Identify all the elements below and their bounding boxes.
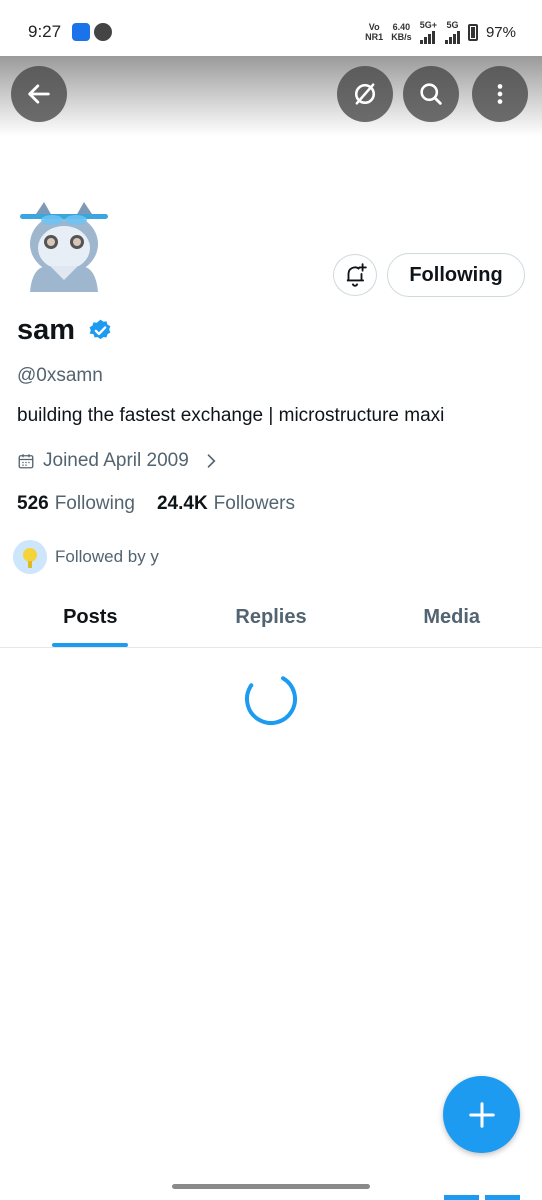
grok-button[interactable] xyxy=(337,66,393,122)
notification-bell-button[interactable] xyxy=(333,254,377,296)
app-notification-icon xyxy=(72,23,90,41)
slash-circle-icon xyxy=(354,83,376,105)
compose-button[interactable] xyxy=(443,1076,520,1153)
bell-plus-icon xyxy=(346,263,367,287)
chevron-right-icon xyxy=(207,454,216,468)
signal-icon xyxy=(444,30,460,44)
tab-replies[interactable]: Replies xyxy=(181,588,362,647)
back-button[interactable] xyxy=(11,66,67,122)
signal-icon xyxy=(419,30,437,44)
profile-avatar[interactable] xyxy=(14,196,114,292)
bottom-edge-accent xyxy=(444,1195,520,1200)
joined-date: Joined April 2009 xyxy=(43,450,189,471)
followers-stat[interactable]: 24.4K Followers xyxy=(157,493,295,515)
plus-icon xyxy=(468,1101,495,1128)
joined-date-row[interactable]: Joined April 2009 xyxy=(17,450,221,472)
battery-icon xyxy=(467,23,478,41)
profile-banner xyxy=(0,56,542,136)
tab-posts[interactable]: Posts xyxy=(0,588,181,647)
verified-badge-icon[interactable] xyxy=(88,318,113,343)
search-button[interactable] xyxy=(403,66,459,122)
status-bar: 9:27 Vo NR1 6.40 KB/s 5G+ 5G 97% xyxy=(0,0,542,56)
following-stat[interactable]: 526 Following xyxy=(17,493,135,515)
home-indicator[interactable] xyxy=(172,1184,370,1189)
profile-tabs: Posts Replies Media xyxy=(0,588,542,648)
followed-by-text: Followed by y xyxy=(55,547,159,566)
network-speed: 6.40 KB/s xyxy=(391,22,412,42)
profile-name: sam xyxy=(17,314,76,346)
more-vertical-icon xyxy=(497,84,503,104)
volte-indicator: Vo NR1 xyxy=(365,22,384,42)
arrow-left-icon xyxy=(28,84,50,104)
follow-stats: 526 Following 24.4K Followers xyxy=(17,493,295,515)
tab-media[interactable]: Media xyxy=(361,588,542,647)
more-button[interactable] xyxy=(472,66,528,122)
signal-5g-plus: 5G+ xyxy=(419,20,437,44)
calendar-icon xyxy=(18,454,34,469)
status-indicators: Vo NR1 6.40 KB/s 5G+ 5G 97% xyxy=(365,20,516,44)
battery-percent: 97% xyxy=(485,23,516,41)
profile-handle: @0xsamn xyxy=(17,365,103,386)
signal-5g: 5G xyxy=(444,20,460,44)
follower-avatar xyxy=(13,540,47,574)
messenger-notification-icon xyxy=(94,23,112,41)
loading-spinner-icon xyxy=(245,673,297,725)
search-icon xyxy=(420,83,442,105)
status-time: 9:27 xyxy=(28,22,62,41)
followed-by-row[interactable]: Followed by y xyxy=(13,540,159,574)
profile-bio: building the fastest exchange | microstr… xyxy=(17,405,445,426)
following-button[interactable]: Following xyxy=(387,253,525,297)
